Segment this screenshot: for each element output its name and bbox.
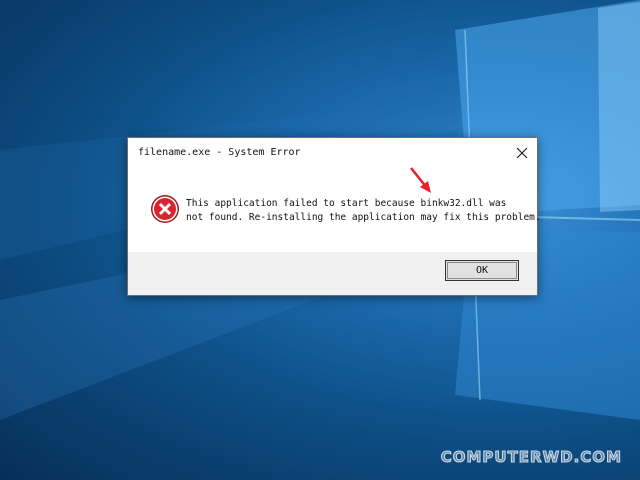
close-button[interactable]: [507, 138, 537, 168]
error-icon: [151, 195, 179, 223]
close-icon: [516, 147, 528, 159]
dialog-footer: OK: [128, 252, 537, 295]
dialog-content: This application failed to start because…: [128, 168, 541, 253]
system-error-dialog: filename.exe - System Error This applica…: [127, 137, 541, 296]
watermark-text: COMPUTERWD.COM: [440, 448, 622, 467]
ok-button[interactable]: OK: [445, 260, 519, 281]
dialog-titlebar[interactable]: filename.exe - System Error: [128, 138, 537, 168]
error-message-line-2: not found. Re-installing the application…: [186, 212, 541, 223]
red-arrow-icon: [410, 167, 431, 193]
dialog-title: filename.exe - System Error: [138, 147, 301, 158]
error-message-line-1: This application failed to start because…: [186, 198, 507, 209]
error-message: This application failed to start because…: [186, 197, 541, 225]
